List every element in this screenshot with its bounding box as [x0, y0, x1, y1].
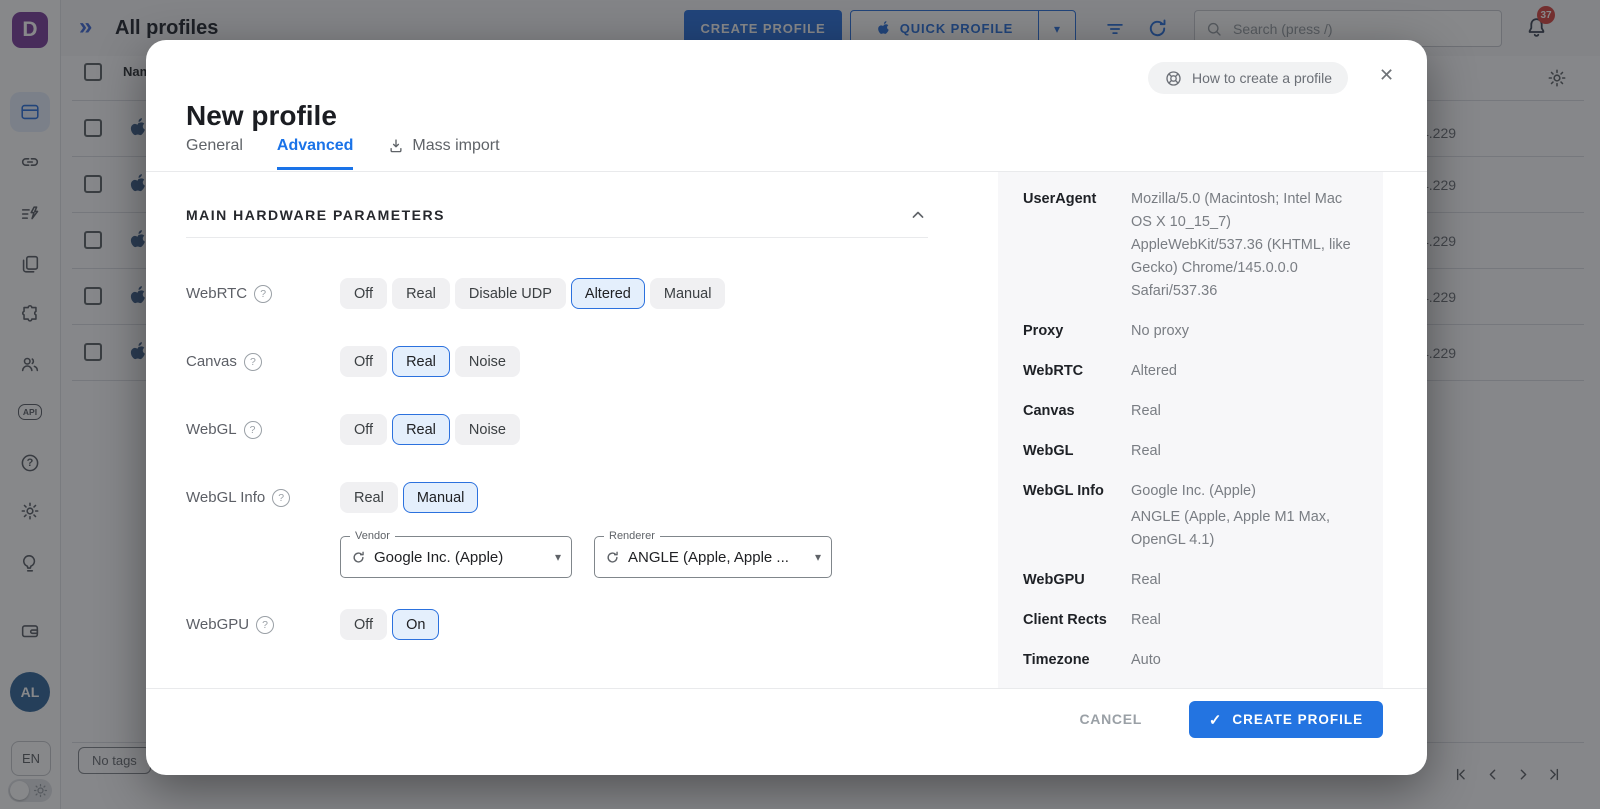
canvas-row: Canvas ? Off Real Noise — [186, 346, 520, 377]
webgl-option-noise[interactable]: Noise — [455, 414, 520, 445]
summary-row-canvas: Canvas Real — [1023, 400, 1359, 423]
section-header-main-hardware[interactable]: MAIN HARDWARE PARAMETERS — [186, 205, 928, 225]
renderer-value: ANGLE (Apple, Apple ... — [628, 549, 807, 566]
chevron-down-icon: ▾ — [815, 550, 821, 564]
webrtc-row: WebRTC ? Off Real Disable UDP Altered Ma… — [186, 278, 725, 309]
webrtc-label: WebRTC ? — [186, 285, 340, 303]
refresh-icon[interactable] — [605, 550, 620, 565]
tab-advanced[interactable]: Advanced — [277, 137, 353, 170]
screen: D — [0, 0, 1600, 809]
webgl-option-off[interactable]: Off — [340, 414, 387, 445]
check-icon: ✓ — [1209, 711, 1223, 729]
divider — [186, 237, 928, 238]
renderer-select-label: Renderer — [604, 530, 660, 543]
webgl-row: WebGL ? Off Real Noise — [186, 414, 520, 445]
canvas-option-off[interactable]: Off — [340, 346, 387, 377]
help-icon[interactable]: ? — [272, 489, 290, 507]
summary-row-webrtc: WebRTC Altered — [1023, 360, 1359, 383]
summary-row-webgl-info: WebGL Info Google Inc. (Apple) ANGLE (Ap… — [1023, 480, 1359, 552]
webgpu-option-on[interactable]: On — [392, 609, 439, 640]
summary-row-timezone: Timezone Auto — [1023, 649, 1359, 672]
webgl-info-row: WebGL Info ? Real Manual — [186, 482, 478, 513]
vendor-select[interactable]: Vendor Google Inc. (Apple) ▾ — [340, 536, 572, 578]
webgpu-row: WebGPU ? Off On — [186, 609, 439, 640]
modal-tabs: General Advanced Mass import — [186, 137, 500, 170]
download-icon — [387, 137, 405, 155]
tab-mass-import[interactable]: Mass import — [387, 137, 499, 170]
canvas-option-real[interactable]: Real — [392, 346, 450, 377]
cancel-button[interactable]: CANCEL — [1079, 711, 1142, 727]
new-profile-modal: How to create a profile ✕ New profile Ge… — [146, 40, 1427, 775]
webgl-info-label: WebGL Info ? — [186, 489, 340, 507]
modal-title: New profile — [186, 100, 337, 132]
webrtc-option-manual[interactable]: Manual — [650, 278, 726, 309]
help-icon[interactable]: ? — [254, 285, 272, 303]
vendor-value: Google Inc. (Apple) — [374, 549, 547, 566]
webgl-info-option-real[interactable]: Real — [340, 482, 398, 513]
help-icon[interactable]: ? — [256, 616, 274, 634]
summary-row-client-rects: Client Rects Real — [1023, 609, 1359, 632]
create-profile-submit-button[interactable]: ✓ CREATE PROFILE — [1189, 701, 1383, 738]
lifebuoy-icon — [1164, 69, 1183, 88]
chevron-up-icon[interactable] — [908, 205, 928, 225]
summary-row-proxy: Proxy No proxy — [1023, 320, 1359, 343]
summary-row-webgpu: WebGPU Real — [1023, 569, 1359, 592]
how-to-create-button[interactable]: How to create a profile — [1148, 62, 1348, 94]
webgpu-option-off[interactable]: Off — [340, 609, 387, 640]
help-icon[interactable]: ? — [244, 353, 262, 371]
canvas-label: Canvas ? — [186, 353, 340, 371]
webgl-option-real[interactable]: Real — [392, 414, 450, 445]
tab-general[interactable]: General — [186, 137, 243, 170]
webgl-info-option-manual[interactable]: Manual — [403, 482, 479, 513]
summary-row-webgl: WebGL Real — [1023, 440, 1359, 463]
help-icon[interactable]: ? — [244, 421, 262, 439]
canvas-option-noise[interactable]: Noise — [455, 346, 520, 377]
webrtc-option-real[interactable]: Real — [392, 278, 450, 309]
refresh-icon[interactable] — [351, 550, 366, 565]
modal-footer: CANCEL ✓ CREATE PROFILE — [146, 688, 1427, 775]
vendor-select-label: Vendor — [350, 530, 395, 543]
webrtc-option-altered[interactable]: Altered — [571, 278, 645, 309]
webgpu-label: WebGPU ? — [186, 616, 340, 634]
profile-summary-panel: UserAgent Mozilla/5.0 (Macintosh; Intel … — [998, 172, 1383, 688]
renderer-select[interactable]: Renderer ANGLE (Apple, Apple ... ▾ — [594, 536, 832, 578]
webgl-label: WebGL ? — [186, 421, 340, 439]
webrtc-option-disable-udp[interactable]: Disable UDP — [455, 278, 566, 309]
webrtc-option-off[interactable]: Off — [340, 278, 387, 309]
summary-row-useragent: UserAgent Mozilla/5.0 (Macintosh; Intel … — [1023, 188, 1359, 303]
chevron-down-icon: ▾ — [555, 550, 561, 564]
close-icon[interactable]: ✕ — [1379, 66, 1394, 84]
